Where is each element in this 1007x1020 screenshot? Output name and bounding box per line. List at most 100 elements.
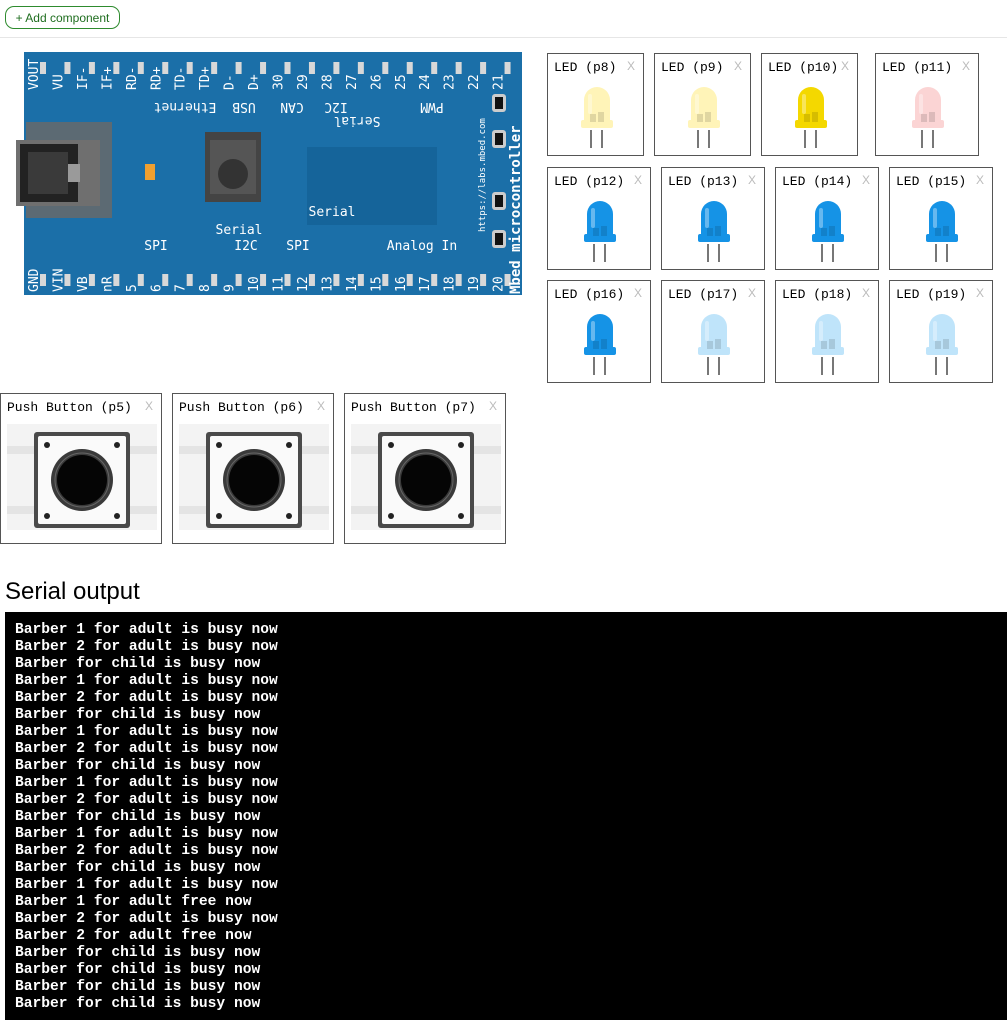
close-icon[interactable]: X <box>748 173 756 187</box>
close-icon[interactable]: X <box>489 399 497 413</box>
button-cap <box>229 455 279 505</box>
pin-pad <box>431 62 438 74</box>
pin-label: TD+ <box>198 66 213 90</box>
led-dome <box>587 314 613 349</box>
led-card[interactable]: LED (p8) X <box>547 53 644 156</box>
led-lead-right <box>946 244 948 262</box>
pin-label: GND <box>27 268 42 292</box>
pin-label: 6 <box>149 284 164 292</box>
serial-output-console[interactable]: Barber 1 for adult is busy now Barber 2 f… <box>5 612 1007 1020</box>
serial-line: Barber for child is busy now <box>15 962 261 978</box>
serial-line: Barber 2 for adult is busy now <box>15 843 278 859</box>
led-shine <box>705 208 709 228</box>
button-screw <box>458 442 464 448</box>
button-screw <box>388 442 394 448</box>
led-bulb-icon <box>698 314 730 375</box>
pin-label: 16 <box>394 276 409 292</box>
led-rim <box>688 120 720 128</box>
close-icon[interactable]: X <box>862 173 870 187</box>
pin-pad <box>382 62 389 74</box>
led-lead-right <box>946 357 948 375</box>
serial-line: Barber for child is busy now <box>15 809 261 825</box>
led-bulb-icon <box>926 201 958 262</box>
led-lead-right <box>718 244 720 262</box>
led-card[interactable]: LED (p18) X <box>775 280 879 383</box>
pin-label: VIN <box>51 269 66 292</box>
led-card[interactable]: LED (p17) X <box>661 280 765 383</box>
close-icon[interactable]: X <box>862 286 870 300</box>
led-lead-right <box>815 130 817 148</box>
led-shine <box>695 94 699 114</box>
led-card[interactable]: LED (p15) X <box>889 167 993 270</box>
pin-label: D+ <box>247 74 262 90</box>
pin-pad <box>406 62 413 74</box>
push-button-icon[interactable] <box>179 424 329 530</box>
serial-line: Barber 2 for adult is busy now <box>15 639 278 655</box>
toolbar-divider <box>0 37 1007 38</box>
push-button-icon[interactable] <box>7 424 157 530</box>
close-icon[interactable]: X <box>962 59 970 73</box>
button-screw <box>388 513 394 519</box>
led-label: LED (p15) <box>896 174 967 189</box>
button-screw <box>286 442 292 448</box>
close-icon[interactable]: X <box>976 286 984 300</box>
led-lead-left <box>921 130 923 148</box>
serial-line: Barber 1 for adult is busy now <box>15 673 278 689</box>
led-dome <box>929 201 955 236</box>
pin-label: VU <box>51 74 66 90</box>
led-card[interactable]: LED (p19) X <box>889 280 993 383</box>
led-rim <box>795 120 827 128</box>
led-card[interactable]: LED (p11) X <box>875 53 979 156</box>
led-label: LED (p14) <box>782 174 853 189</box>
led-card[interactable]: LED (p10) X <box>761 53 858 156</box>
pin-group-label: SPI <box>286 239 309 254</box>
serial-line: Barber 1 for adult is busy now <box>15 724 278 740</box>
led-card[interactable]: LED (p14) X <box>775 167 879 270</box>
pin-label: 11 <box>272 276 287 292</box>
button-screw <box>44 442 50 448</box>
led-rim <box>912 120 944 128</box>
push-button-card[interactable]: Push Button (p7) X <box>344 393 506 544</box>
led-rim <box>584 347 616 355</box>
close-icon[interactable]: X <box>634 286 642 300</box>
led-card[interactable]: LED (p12) X <box>547 167 651 270</box>
led-card[interactable]: LED (p13) X <box>661 167 765 270</box>
pin-label: D- <box>223 74 238 90</box>
push-button-card[interactable]: Push Button (p6) X <box>172 393 334 544</box>
led-rim <box>584 234 616 242</box>
add-component-button[interactable]: + Add component <box>5 6 120 29</box>
push-button-label: Push Button (p6) <box>179 400 304 415</box>
pin-label: RD+ <box>149 66 164 90</box>
pin-label: VOUT <box>27 59 42 90</box>
close-icon[interactable]: X <box>841 59 849 73</box>
led-lead-left <box>707 357 709 375</box>
led-lead-left <box>821 357 823 375</box>
push-button-icon[interactable] <box>351 424 501 530</box>
led-card[interactable]: LED (p9) X <box>654 53 751 156</box>
serial-line: Barber 1 for adult free now <box>15 894 252 910</box>
led-dome <box>701 314 727 349</box>
close-icon[interactable]: X <box>145 399 153 413</box>
close-icon[interactable]: X <box>976 173 984 187</box>
led-dome <box>584 87 610 122</box>
pin-group-label: Analog In <box>387 239 457 254</box>
led-rim <box>812 234 844 242</box>
led-card[interactable]: LED (p16) X <box>547 280 651 383</box>
pin-group-label: Serial <box>334 113 381 128</box>
push-button-card[interactable]: Push Button (p5) X <box>0 393 162 544</box>
led-lead-right <box>832 357 834 375</box>
mbed-board: VOUT VU IF- IF+ RD- RD+ TD- TD+ D- D+ 30 29 28 27 26 25… <box>16 52 524 295</box>
led-shine <box>933 208 937 228</box>
button-screw <box>114 513 120 519</box>
close-icon[interactable]: X <box>748 286 756 300</box>
pin-group-label: I2C <box>234 239 257 254</box>
serial-line: Barber for child is busy now <box>15 860 261 876</box>
serial-line: Barber 1 for adult is busy now <box>15 622 278 638</box>
serial-line: Barber 2 for adult is busy now <box>15 741 278 757</box>
close-icon[interactable]: X <box>634 173 642 187</box>
led-lead-right <box>601 130 603 148</box>
led-rim <box>698 347 730 355</box>
close-icon[interactable]: X <box>627 59 635 73</box>
close-icon[interactable]: X <box>734 59 742 73</box>
close-icon[interactable]: X <box>317 399 325 413</box>
